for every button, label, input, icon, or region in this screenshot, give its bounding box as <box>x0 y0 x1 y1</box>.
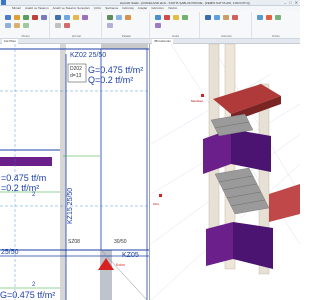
small-mark: 2 <box>32 282 36 288</box>
layout-icon[interactable] <box>116 15 122 20</box>
drawing-icon[interactable] <box>55 15 61 20</box>
stair-label: Merdiven <box>191 99 204 103</box>
3d-drawing <box>151 44 300 300</box>
wall-3d <box>231 129 271 172</box>
beam-label-left-bottom: 25/50 <box>1 249 19 256</box>
dimension-label: 30/50 <box>114 239 127 245</box>
render-icon[interactable] <box>214 15 220 20</box>
ribbon-group-label: Düzen <box>272 35 280 38</box>
section-icon[interactable] <box>232 15 238 20</box>
line-icon[interactable] <box>55 23 61 28</box>
beam-label-vertical: KZ15 25/50 <box>67 187 74 224</box>
ribbon-group-cizimler: Çizimler <box>52 12 102 38</box>
report-icon[interactable] <box>173 15 179 20</box>
column-label: KZ05 <box>122 252 139 259</box>
properties-icon[interactable] <box>266 15 272 20</box>
camera-icon[interactable] <box>223 15 229 20</box>
slab-tool-icon[interactable] <box>32 15 38 20</box>
wall-3d <box>233 222 273 269</box>
ribbon-group-analiz: Analiz <box>152 12 200 38</box>
sheet-icon[interactable] <box>107 15 113 20</box>
marker-icon <box>201 94 204 97</box>
beam-3d <box>269 184 300 222</box>
wall-tool-icon[interactable] <box>5 15 11 20</box>
window-arrange-icon[interactable] <box>257 15 263 20</box>
text-icon[interactable] <box>73 15 79 20</box>
ribbon-panel: Mimari Çizimler Paftalar Analiz Görünüm <box>0 11 300 39</box>
dimension-icon[interactable] <box>64 15 70 20</box>
ribbon-group-paftalar: Paftalar <box>104 12 150 38</box>
ribbon-group-mimari: Mimari <box>2 12 50 38</box>
axis-tool-icon[interactable] <box>23 23 29 28</box>
marker-icon <box>159 194 162 197</box>
ribbon-group-duzen: Düzen <box>254 12 298 38</box>
axis-mark: SZ08 <box>68 239 80 245</box>
load-q-top: Q=0.2 tf/m² <box>88 75 134 85</box>
design-icon[interactable] <box>164 15 170 20</box>
floor-plan-view[interactable]: KZ02 25/50 D202 d=13 G=0.475 tf/m² Q=0.2… <box>0 44 150 300</box>
column-red-tag: Kolon <box>116 263 125 267</box>
ribbon-group-label: Mimari <box>21 35 30 38</box>
beam-tool-icon[interactable] <box>23 15 29 20</box>
stair-tool-icon[interactable] <box>41 15 47 20</box>
small-mark: 2 <box>32 192 36 198</box>
column-top <box>101 44 148 49</box>
ribbon-group-label: Analiz <box>171 35 180 38</box>
view-3d-icon[interactable] <box>205 15 211 20</box>
door-tool-icon[interactable] <box>5 23 11 28</box>
check-icon[interactable] <box>182 15 188 20</box>
export-icon[interactable] <box>107 23 113 28</box>
ribbon-group-label: Görünüm <box>221 35 232 38</box>
app-logo-icon[interactable] <box>1 0 6 5</box>
ribbon-group-label: Paftalar <box>122 35 131 38</box>
column-bottom <box>100 250 112 300</box>
load-g-bottom: G=0.475 tf/m² <box>0 290 56 300</box>
load-g-left: =0.475 tf/m <box>1 173 47 183</box>
ribbon-group-gorunum: Görünüm <box>202 12 252 38</box>
wall-3d <box>206 222 233 266</box>
load-icon[interactable] <box>155 23 161 28</box>
layers-icon[interactable] <box>275 15 281 20</box>
print-icon[interactable] <box>125 15 131 20</box>
column-tool-icon[interactable] <box>14 15 20 20</box>
slab-name: D202 <box>70 66 82 72</box>
load-g-top: G=0.475 tf/m² <box>88 65 144 75</box>
window-tool-icon[interactable] <box>14 23 20 28</box>
circle-icon[interactable] <box>64 23 70 28</box>
beam-label-top: KZ02 25/50 <box>70 52 107 59</box>
ribbon-group-label: Çizimler <box>71 35 82 38</box>
beam-3d-label: Kiriş <box>153 202 159 206</box>
3d-model-view[interactable]: Merdiven Kiriş <box>151 44 300 300</box>
analysis-icon[interactable] <box>155 15 161 20</box>
wall-block <box>0 157 52 166</box>
hatch-icon[interactable] <box>82 15 88 20</box>
column-strip <box>60 44 66 300</box>
slab-thickness: d=13 <box>70 73 82 79</box>
